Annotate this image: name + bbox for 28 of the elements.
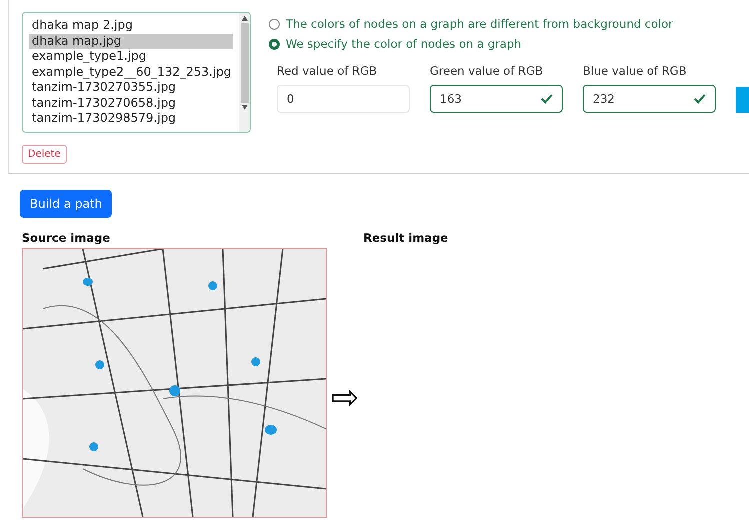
radio-button[interactable] (269, 38, 280, 50)
scroll-down-icon[interactable] (242, 105, 248, 110)
input-field[interactable]: 0 (277, 85, 410, 113)
radio-label: The colors of nodes on a graph are different from background color (286, 17, 674, 31)
file-list[interactable]: dhaka map 2.jpg dhaka map.jpg example_type1.jpg example_type2__60_132_253.jpg tanzim-1730270355.jpg tanzim-1730270658.jpg tanzim-1730298579.jpg (22, 12, 251, 133)
build-path-button[interactable]: Build a path (20, 190, 112, 218)
input-field[interactable]: 163 (430, 85, 563, 113)
file-list-item[interactable]: example_type2__60_132_253.jpg (29, 64, 233, 80)
file-list-item[interactable]: example_type1.jpg (29, 49, 233, 64)
input-field[interactable]: 232 (583, 85, 716, 113)
check-icon (541, 94, 553, 104)
radio-button[interactable] (269, 18, 280, 30)
field-label: Red value of RGB (277, 64, 378, 78)
image-title: Result image (364, 231, 448, 245)
scrollbar[interactable] (239, 13, 250, 132)
image-title: Source image (22, 231, 112, 245)
scroll-up-icon[interactable] (242, 16, 248, 21)
file-list-item[interactable]: tanzim-1730298579.jpg (29, 111, 233, 126)
field-label: Blue value of RGB (583, 64, 688, 78)
radio-label: We specify the color of nodes on a graph (286, 37, 522, 51)
delete-button[interactable]: Delete (22, 145, 67, 164)
file-list-item[interactable]: dhaka map 2.jpg (29, 18, 233, 34)
file-list-item[interactable]: tanzim-1730270658.jpg (29, 96, 233, 111)
check-icon (694, 94, 706, 104)
field-label: Green value of RGB (430, 64, 544, 78)
file-list-item[interactable]: dhaka map.jpg (29, 34, 233, 49)
file-list-item[interactable]: tanzim-1730270355.jpg (29, 80, 233, 96)
arrow-symbol: ⇨ (331, 381, 360, 415)
